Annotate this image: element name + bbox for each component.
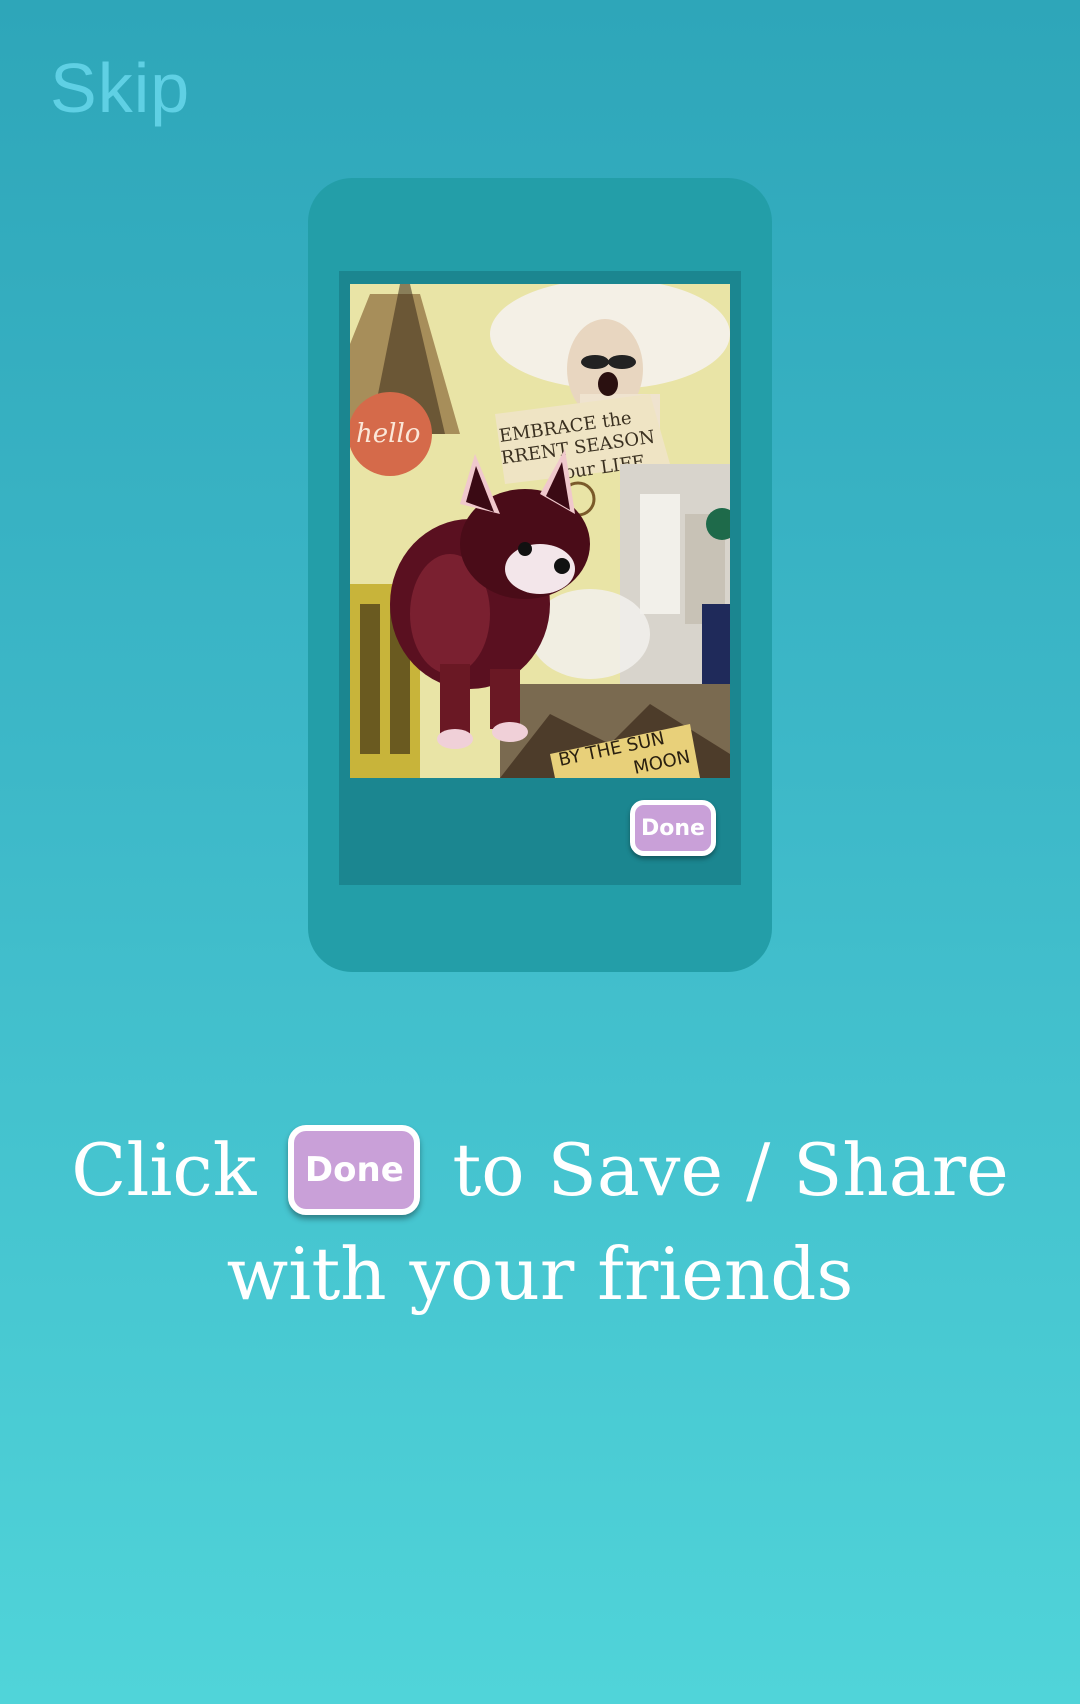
collage-hello-text: hello (356, 419, 420, 449)
instruction-line2: with your friends (226, 1232, 854, 1316)
skip-button[interactable]: Skip (50, 48, 190, 128)
phone-screen: hello EMBRACE the RRENT SEASON your LIFE… (339, 271, 741, 885)
instruction-click-text: Click (71, 1128, 257, 1212)
done-button-badge: Done (288, 1125, 421, 1215)
instruction-line1: Click Done to Save / Share (0, 1118, 1080, 1222)
phone-illustration: hello EMBRACE the RRENT SEASON your LIFE… (308, 178, 772, 972)
instruction-text: Click Done to Save / Share with your fri… (0, 1118, 1080, 1326)
done-button-preview: Done (630, 800, 716, 856)
instruction-save-share-text: to Save / Share (452, 1128, 1009, 1212)
collage-image: hello EMBRACE the RRENT SEASON your LIFE… (350, 284, 730, 778)
